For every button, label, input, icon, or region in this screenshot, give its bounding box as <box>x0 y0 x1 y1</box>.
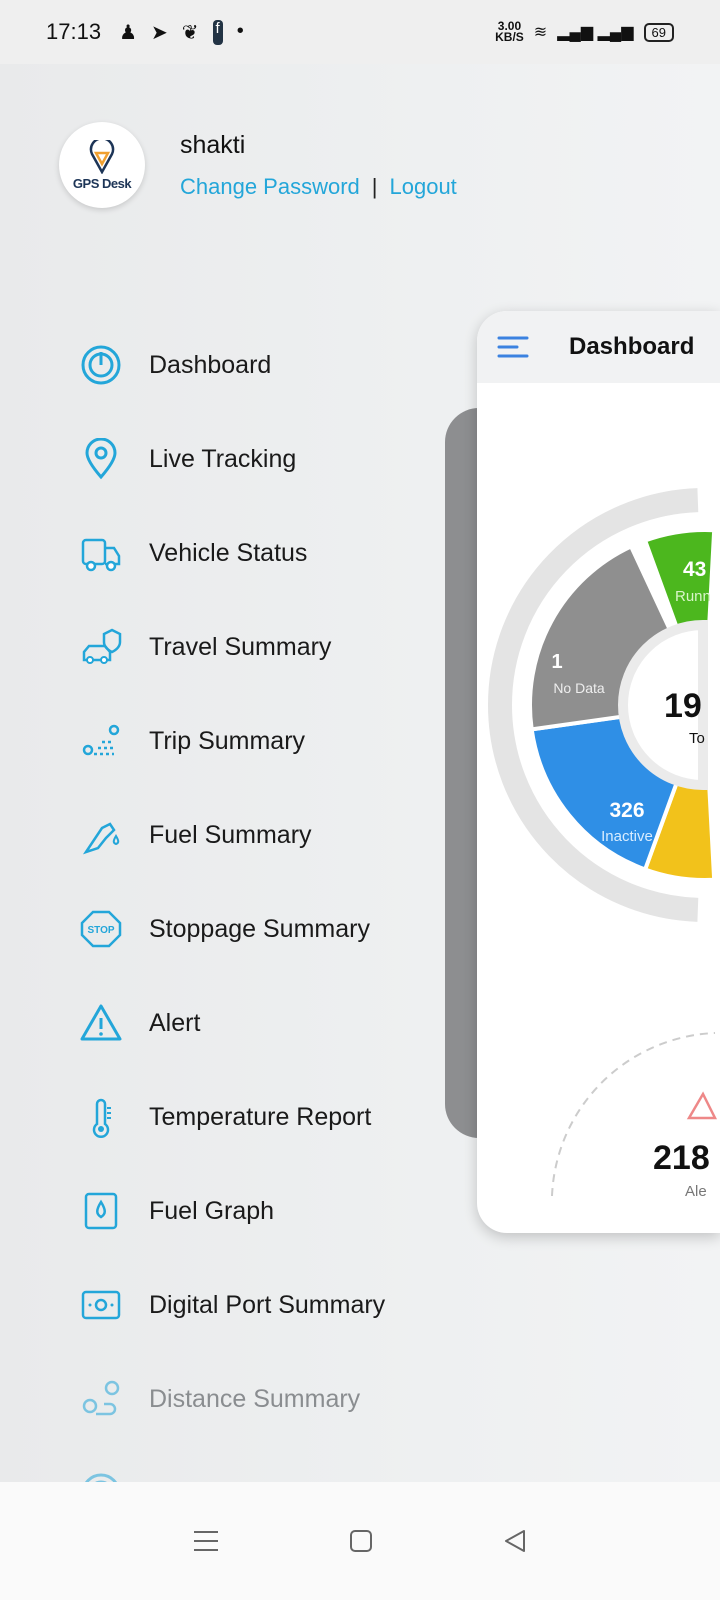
thermometer-icon <box>92 1098 111 1138</box>
alert-label: Ale <box>685 1183 707 1200</box>
svg-text:STOP: STOP <box>87 925 114 936</box>
menu-item-label: Travel Summary <box>149 632 332 661</box>
distance-icon <box>82 1380 120 1416</box>
menu-item-label: Alert <box>149 1008 201 1037</box>
menu-item-label: Vehicle Status <box>149 538 308 567</box>
inactive-value: 326 <box>609 799 644 822</box>
menu-item-fuel-summary[interactable]: Fuel Summary <box>80 788 460 882</box>
wifi-icon: ≋ <box>533 24 548 41</box>
username: shakti <box>180 131 246 159</box>
menu-item-label: Temperature Report <box>149 1102 372 1131</box>
home-icon[interactable] <box>349 1529 373 1553</box>
menu-item-alert[interactable]: Alert <box>80 976 460 1070</box>
avatar: GPS Desk <box>59 122 145 208</box>
menu-item-stoppage-summary[interactable]: STOP Stoppage Summary <box>80 882 460 976</box>
stop-sign-icon: STOP <box>80 910 122 948</box>
location-pin-icon <box>85 438 117 480</box>
menu-item-travel-summary[interactable]: Travel Summary <box>80 600 460 694</box>
menu-item-label: Dashboard <box>149 350 272 379</box>
nodata-value: 1 <box>551 651 562 673</box>
menu-item-temperature-report[interactable]: Temperature Report <box>80 1070 460 1164</box>
logout-link[interactable]: Logout <box>390 174 457 199</box>
menu-item-label: Distance Summary <box>149 1384 361 1413</box>
separator: | <box>371 174 378 199</box>
total-value: 19 <box>664 687 702 725</box>
menu-item-label: Trip Summary <box>149 726 306 755</box>
status-bar: 17:13 ♟ ➤ ❦ f • 3.00 KB/S ≋ ▂▄▆ ▂▄▆ 69 <box>0 0 720 64</box>
nodata-label: No Data <box>553 680 605 696</box>
warning-icon <box>80 1004 122 1041</box>
side-menu: Dashboard Live Tracking Vehicle Status Trav… <box>80 318 460 1540</box>
menu-item-dashboard[interactable]: Dashboard <box>80 318 460 412</box>
car-shield-icon <box>82 628 122 664</box>
dashboard-preview[interactable]: Dashboard 1 No Data 326 Inactive 43 Runn… <box>477 311 720 1233</box>
menu-item-vehicle-status[interactable]: Vehicle Status <box>80 506 460 600</box>
menu-item-label: Digital Port Summary <box>149 1290 386 1319</box>
signal-icon: ▂▄▆ ▂▄▆ <box>557 24 634 41</box>
alert-value: 218 <box>653 1139 710 1177</box>
truck-icon <box>81 538 121 572</box>
network-speed: 3.00 KB/S <box>495 19 524 44</box>
system-nav-bar <box>0 1482 720 1600</box>
port-icon <box>81 1290 121 1320</box>
inactive-label: Inactive <box>601 828 653 845</box>
dashboard-icon <box>81 345 121 385</box>
menu-item-distance-summary[interactable]: Distance Summary <box>80 1352 460 1446</box>
menu-item-label: Stoppage Summary <box>149 914 370 943</box>
running-label: Runn <box>675 588 711 605</box>
alert-icon <box>686 1091 718 1120</box>
gps-desk-logo-icon <box>89 139 115 174</box>
menu-item-trip-summary[interactable]: Trip Summary <box>80 694 460 788</box>
menu-item-label: Fuel Summary <box>149 820 312 849</box>
status-donut: 1 No Data 326 Inactive 43 Runn 19 To 218… <box>488 488 718 1200</box>
battery-icon: 69 <box>643 22 674 42</box>
total-label: To <box>689 730 705 747</box>
fuel-nozzle-icon <box>82 822 120 855</box>
route-icon <box>82 724 120 756</box>
running-value: 43 <box>683 558 706 581</box>
change-password-link[interactable]: Change Password <box>180 174 360 199</box>
menu-item-digital-port-summary[interactable]: Digital Port Summary <box>80 1258 460 1352</box>
back-icon[interactable] <box>503 1529 527 1553</box>
menu-item-live-tracking[interactable]: Live Tracking <box>80 412 460 506</box>
menu-item-label: Fuel Graph <box>149 1196 275 1225</box>
menu-item-label: Live Tracking <box>149 444 297 473</box>
fuel-tank-icon <box>84 1192 118 1230</box>
notification-icons: ♟ ➤ ❦ f • <box>119 19 244 45</box>
clock: 17:13 <box>46 19 102 44</box>
recent-apps-icon[interactable] <box>193 1529 219 1553</box>
menu-item-fuel-graph[interactable]: Fuel Graph <box>80 1164 460 1258</box>
